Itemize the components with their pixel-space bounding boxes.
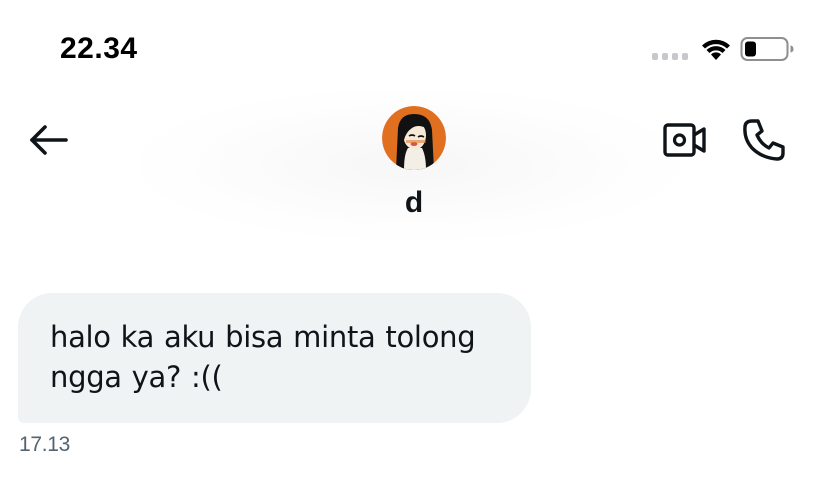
- signal-dots-icon: [652, 53, 688, 60]
- phone-icon: [743, 119, 785, 161]
- message-text: halo ka aku bisa minta tolong ngga ya? :…: [50, 320, 476, 394]
- wifi-icon: [702, 39, 730, 60]
- status-bar: 22.34: [0, 0, 828, 90]
- avatar-illustration: [382, 106, 446, 170]
- video-call-button[interactable]: [662, 120, 708, 160]
- message-bubble-incoming[interactable]: halo ka aku bisa minta tolong ngga ya? :…: [18, 293, 531, 423]
- voice-call-button[interactable]: [740, 116, 788, 164]
- status-time: 22.34: [60, 32, 138, 65]
- back-button[interactable]: [28, 122, 72, 158]
- video-camera-icon: [663, 123, 706, 157]
- dm-conversation-screen: 22.34 d halo ka aku bisa minta tolong ng…: [0, 0, 828, 486]
- back-arrow-icon: [30, 125, 68, 155]
- conversation-header: d: [0, 90, 828, 250]
- contact-name[interactable]: d: [0, 186, 828, 220]
- contact-avatar[interactable]: [382, 106, 446, 170]
- message-timestamp: 17.13: [19, 433, 71, 456]
- battery-icon: [740, 37, 794, 61]
